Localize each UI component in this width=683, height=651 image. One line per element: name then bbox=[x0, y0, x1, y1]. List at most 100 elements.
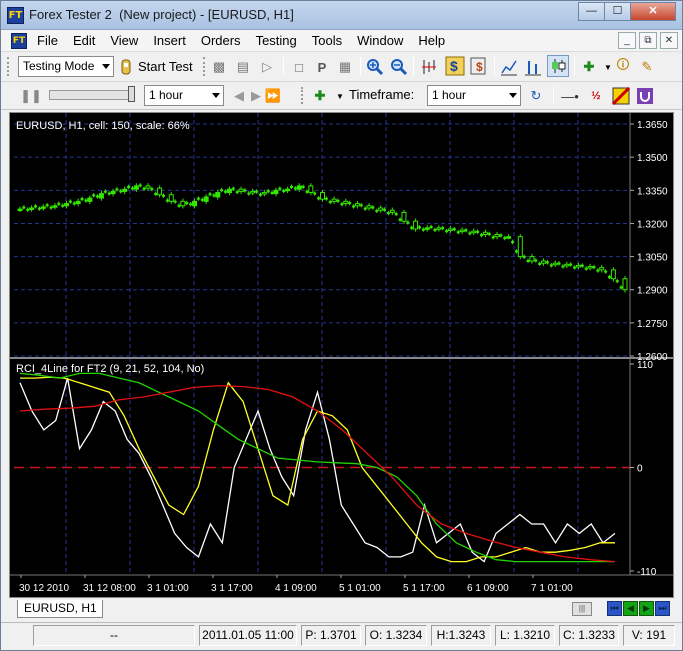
candle-body bbox=[561, 265, 565, 268]
last-bar-button[interactable]: ⏭ bbox=[655, 601, 670, 616]
mdi-close-button[interactable]: ✕ bbox=[660, 32, 678, 49]
new-order-icon[interactable]: ▩ bbox=[209, 57, 229, 77]
candle-body bbox=[468, 232, 472, 235]
chart-tab-eurusd[interactable]: EURUSD, H1 bbox=[17, 600, 103, 618]
candle-body bbox=[366, 205, 372, 209]
svg-text:$: $ bbox=[450, 58, 458, 74]
candle-body bbox=[343, 200, 349, 205]
candle-body bbox=[552, 262, 558, 266]
candlestick-icon[interactable] bbox=[547, 55, 569, 77]
new-document-icon[interactable]: □ bbox=[289, 57, 309, 77]
candle-body bbox=[592, 266, 596, 269]
candle-body bbox=[168, 194, 174, 202]
menu-tools[interactable]: Tools bbox=[312, 33, 342, 48]
add-chart-icon[interactable]: ✚ bbox=[310, 86, 330, 106]
pause-icon[interactable]: ❚❚ bbox=[20, 86, 42, 106]
time-tick-label: 6 1 09:00 bbox=[467, 583, 509, 594]
menu-window[interactable]: Window bbox=[357, 33, 403, 48]
add-indicator-icon[interactable]: ✚ bbox=[579, 57, 599, 77]
menu-file[interactable]: File bbox=[37, 33, 58, 48]
magnet-icon[interactable] bbox=[635, 86, 655, 106]
chart-canvas[interactable]: 30 12 2010 31 12 08:00 3 1 01:00 3 1 17:00 4… bbox=[10, 113, 673, 597]
candle-body bbox=[29, 207, 35, 210]
minimize-button[interactable]: — bbox=[578, 2, 605, 21]
candle-body bbox=[610, 269, 616, 280]
candle-body bbox=[615, 280, 619, 283]
window-controls: — ☐ ✕ bbox=[578, 2, 676, 21]
menu-view[interactable]: View bbox=[110, 33, 138, 48]
candle-body bbox=[57, 202, 61, 205]
modify-order-icon[interactable]: ▷ bbox=[257, 57, 277, 77]
start-test-icon[interactable] bbox=[116, 57, 136, 77]
status-datetime: 2011.01.05 11:00 bbox=[199, 625, 297, 646]
price-tick-label: 1.2750 bbox=[637, 319, 668, 330]
toolbar-separator bbox=[413, 57, 414, 76]
fast-forward-icon[interactable]: ⏩ bbox=[263, 86, 283, 106]
candle-body bbox=[258, 193, 262, 196]
speed-select[interactable]: 1 hour bbox=[144, 85, 224, 106]
menu-help[interactable]: Help bbox=[418, 33, 445, 48]
line-chart-icon[interactable] bbox=[499, 57, 519, 77]
candle-body bbox=[375, 209, 379, 212]
status-high: H:1.3243 bbox=[431, 625, 491, 646]
chart-window[interactable]: 30 12 2010 31 12 08:00 3 1 01:00 3 1 17:00 4… bbox=[9, 112, 674, 598]
candle-body bbox=[573, 266, 577, 269]
menu-orders[interactable]: Orders bbox=[201, 33, 241, 48]
refresh-icon[interactable]: ↻ bbox=[526, 86, 546, 106]
candle-body bbox=[445, 230, 449, 233]
indicator-panel-header: RCI_4Line for FT2 (9, 21, 52, 104, No) bbox=[16, 363, 204, 375]
candle-body bbox=[266, 190, 270, 193]
speed-select-value: 1 hour bbox=[149, 88, 184, 102]
candle-body bbox=[464, 229, 468, 232]
info-icon[interactable]: 🛈 bbox=[613, 57, 633, 77]
properties-icon[interactable]: P bbox=[312, 57, 332, 77]
maximize-button[interactable]: ☐ bbox=[604, 2, 631, 21]
mode-select[interactable]: Testing Mode bbox=[18, 56, 114, 77]
timeframe-select[interactable]: 1 hour bbox=[427, 85, 521, 106]
candle-body bbox=[282, 190, 286, 193]
prev-bar-button[interactable]: ◀ bbox=[623, 601, 638, 616]
speed-slider-track[interactable] bbox=[49, 90, 135, 100]
toolbar-grip[interactable] bbox=[7, 57, 10, 76]
color-palette-icon[interactable] bbox=[611, 86, 631, 106]
menu-testing[interactable]: Testing bbox=[256, 33, 297, 48]
time-tick-label: 30 12 2010 bbox=[19, 583, 69, 594]
candle-body bbox=[363, 207, 367, 210]
candle-body bbox=[26, 208, 30, 211]
toolbar-grip[interactable] bbox=[301, 87, 304, 104]
broom-icon[interactable]: ✎ bbox=[637, 57, 657, 77]
window-title: Forex Tester 2 (New project) - [EURUSD, … bbox=[29, 7, 294, 22]
candle-body bbox=[238, 188, 244, 192]
bar-series-icon[interactable] bbox=[523, 57, 543, 77]
horizontal-scrollbar-thumb[interactable]: ||| bbox=[572, 602, 592, 616]
mdi-restore-button[interactable]: ⧉ bbox=[639, 32, 657, 49]
price-panel-header: EURUSD, H1, cell: 150, scale: 66% bbox=[16, 120, 190, 132]
start-test-button[interactable]: Start Test bbox=[138, 59, 193, 74]
close-order-icon[interactable]: ▤ bbox=[233, 57, 253, 77]
next-bar-button[interactable]: ▶ bbox=[639, 601, 654, 616]
menu-insert[interactable]: Insert bbox=[153, 33, 186, 48]
menu-edit[interactable]: Edit bbox=[73, 33, 95, 48]
title-bar[interactable]: FT Forex Tester 2 (New project) - [EURUS… bbox=[1, 1, 682, 30]
document-menu-icon[interactable]: FT bbox=[11, 33, 27, 49]
speed-slider-thumb[interactable] bbox=[128, 86, 135, 102]
horizontal-line-icon[interactable]: —• bbox=[560, 86, 580, 106]
settings-page-icon[interactable]: ▦ bbox=[335, 57, 355, 77]
bar-chart-icon[interactable] bbox=[419, 57, 439, 77]
candle-body bbox=[320, 192, 325, 200]
zoom-in-icon[interactable] bbox=[365, 57, 385, 77]
candle-body bbox=[417, 226, 421, 229]
money-icon[interactable]: $ bbox=[445, 56, 465, 76]
report-icon[interactable]: $ bbox=[469, 56, 489, 76]
first-bar-button[interactable]: ⏮ bbox=[607, 601, 622, 616]
candle-body bbox=[398, 218, 402, 221]
fibonacci-icon[interactable]: ½ bbox=[586, 86, 606, 106]
candle-body bbox=[224, 190, 228, 193]
toolbar-grip[interactable] bbox=[203, 57, 206, 76]
candle-body bbox=[22, 206, 26, 209]
add-chart-dropdown-icon[interactable]: ▼ bbox=[330, 86, 350, 106]
zoom-out-icon[interactable] bbox=[389, 57, 409, 77]
candle-body bbox=[569, 263, 573, 266]
close-button[interactable]: ✕ bbox=[630, 2, 676, 21]
mdi-minimize-button[interactable]: _ bbox=[618, 32, 636, 49]
